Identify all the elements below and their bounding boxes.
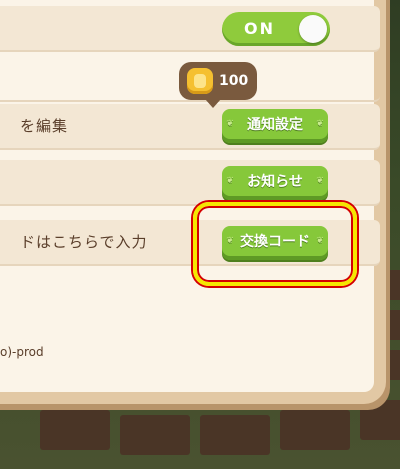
leaf-icon: ❦ xyxy=(226,119,234,129)
news-button[interactable]: ❦ お知らせ ❦ xyxy=(222,166,328,200)
toggle-knob xyxy=(299,15,327,43)
toggle-label: ON xyxy=(244,19,275,38)
notification-settings-button[interactable]: ❦ 通知設定 ❦ xyxy=(222,109,328,143)
highlight-box xyxy=(193,202,357,286)
ground-tile xyxy=(200,415,270,455)
leaf-icon: ❦ xyxy=(226,176,234,186)
ground-tile xyxy=(40,410,110,450)
gold-coin-icon xyxy=(187,68,213,94)
ground-tile xyxy=(280,410,350,450)
version-text: o)-prod xyxy=(0,345,44,359)
leaf-icon: ❦ xyxy=(316,176,324,186)
coin-value: 100 xyxy=(219,73,249,89)
coin-reward-badge: 100 xyxy=(179,62,257,108)
leaf-icon: ❦ xyxy=(316,119,324,129)
on-off-toggle[interactable]: ON xyxy=(222,12,330,46)
row-label: ドはこちらで入力 xyxy=(20,233,148,251)
row-label: を編集 xyxy=(20,117,69,135)
ground-tile xyxy=(360,400,400,440)
ground-tile xyxy=(120,415,190,455)
